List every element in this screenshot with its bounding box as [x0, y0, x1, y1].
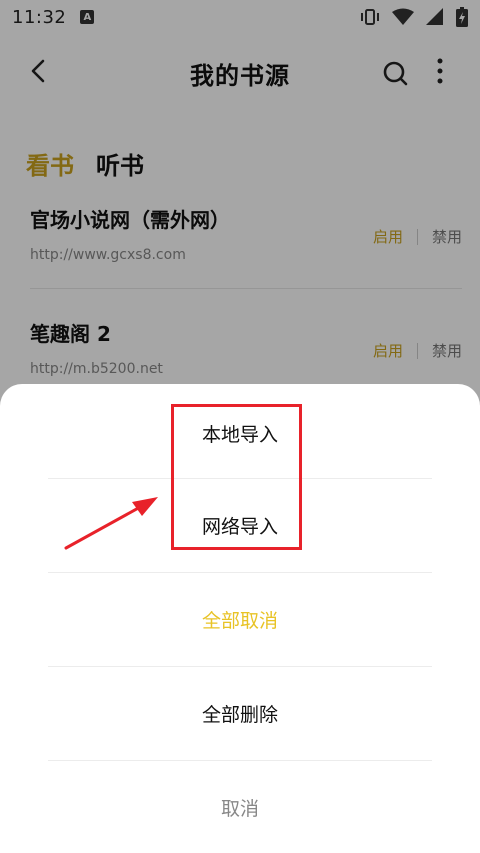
annotation-highlight-box — [171, 404, 302, 550]
annotation-arrow-icon — [64, 497, 158, 550]
cancel-button[interactable]: 取消 — [0, 760, 480, 853]
cancel-all-button[interactable]: 全部取消 — [0, 572, 480, 666]
delete-all-button[interactable]: 全部删除 — [0, 666, 480, 760]
